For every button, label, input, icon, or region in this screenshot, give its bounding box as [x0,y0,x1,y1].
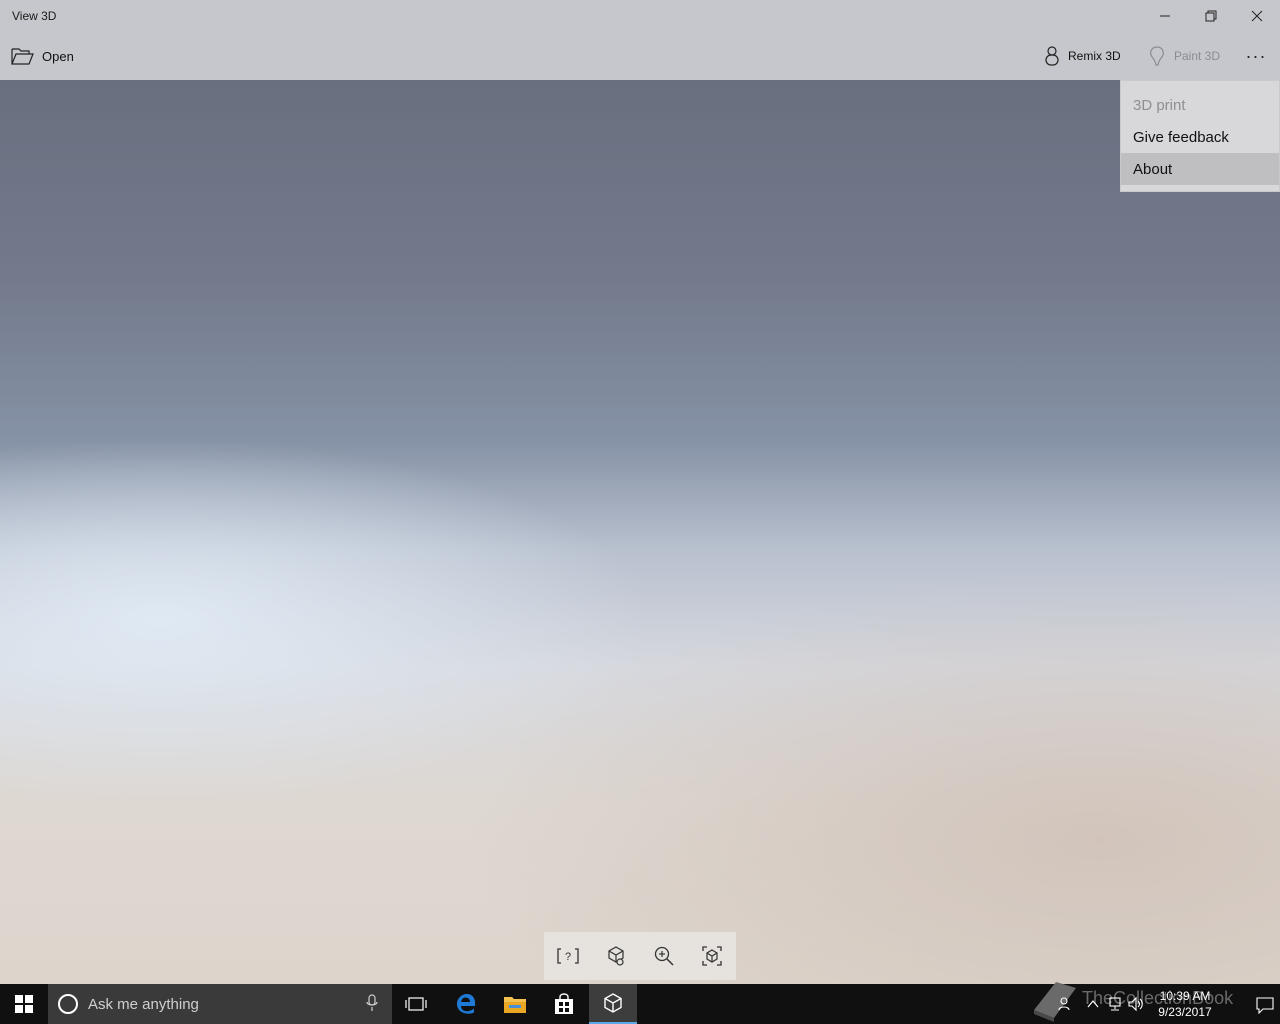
clock[interactable]: 10:39 AM 9/23/2017 [1142,988,1228,1020]
svg-text:?: ? [565,951,571,963]
menu-item-label: About [1133,160,1173,178]
minimize-icon [1160,15,1170,17]
environment-button[interactable] [592,932,640,980]
command-bar: Open Remix 3D Paint 3D ··· [0,32,1280,80]
restore-icon [1205,10,1217,22]
folder-icon [504,997,526,1013]
start-button[interactable] [0,984,48,1024]
close-icon [1251,10,1263,22]
task-view-button[interactable] [392,984,440,1024]
menu-item-3d-print: 3D print [1121,89,1279,121]
store-icon [555,993,573,1014]
chevron-up-icon[interactable] [1086,996,1100,1012]
paint-3d-label: Paint 3D [1174,49,1221,63]
remix-3d-icon [1045,46,1059,66]
zoom-button[interactable] [640,932,688,980]
clock-time: 10:39 AM [1159,989,1211,1003]
microphone-icon[interactable] [366,994,378,1012]
clock-date: 9/23/2017 [1158,1005,1212,1019]
taskbar: Ask me anything TheCollectionBook 10:39 … [0,982,1280,1024]
action-center-icon[interactable] [1256,996,1274,1014]
help-button[interactable]: ? [544,932,592,980]
more-options-button[interactable]: ··· [1236,44,1276,68]
close-button[interactable] [1234,0,1280,32]
help-icon: ? [557,948,579,964]
minimize-button[interactable] [1142,0,1188,32]
window-title: View 3D [12,9,57,23]
task-view-icon [405,997,427,1011]
people-icon[interactable] [1058,996,1074,1012]
menu-item-give-feedback[interactable]: Give feedback [1121,121,1279,153]
menu-item-about[interactable]: About [1121,153,1279,185]
more-options-menu: 3D print Give feedback About [1120,80,1280,192]
remix-3d-label: Remix 3D [1068,49,1121,63]
reset-view-button[interactable] [688,932,736,980]
more-icon: ··· [1245,45,1267,66]
taskbar-view-3d[interactable] [589,984,637,1024]
zoom-in-icon [654,946,674,966]
title-bar: View 3D [0,0,1280,32]
taskbar-file-explorer[interactable] [491,984,539,1024]
folder-open-icon [11,48,34,65]
windows-logo-icon [15,995,33,1013]
viewer-toolbar: ? [544,932,736,980]
edge-icon [457,994,476,1014]
view-3d-icon [604,993,622,1013]
paint-3d-button[interactable]: Paint 3D [1148,44,1220,68]
open-button[interactable]: Open [10,44,74,68]
taskbar-edge[interactable] [442,984,490,1024]
search-placeholder: Ask me anything [88,995,199,1013]
restore-button[interactable] [1188,0,1234,32]
menu-item-label: 3D print [1133,96,1186,114]
system-tray: TheCollectionBook 10:39 AM 9/23/2017 [1020,982,1280,1024]
taskbar-store[interactable] [540,984,588,1024]
open-label: Open [42,48,74,64]
environment-icon [608,946,624,966]
remix-3d-button[interactable]: Remix 3D [1044,44,1121,68]
menu-item-label: Give feedback [1133,128,1229,146]
3d-viewport[interactable] [0,80,1280,984]
search-box[interactable]: Ask me anything [48,984,392,1024]
reset-view-icon [702,946,722,966]
network-icon[interactable] [1108,996,1124,1012]
paint-3d-icon [1150,46,1164,66]
cortana-icon [58,994,78,1014]
